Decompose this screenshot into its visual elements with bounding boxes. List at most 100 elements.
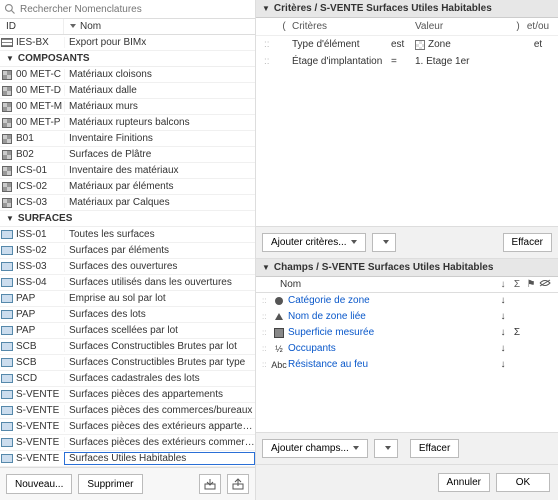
row-id: 00 MET-M [14,101,64,112]
criteria-button-bar: Ajouter critères... Effacer [256,226,558,259]
criteria-header[interactable]: ▼Critères / S-VENTE Surfaces Utiles Habi… [256,0,558,18]
surf-icon [0,310,14,319]
disclosure-icon: ▼ [262,4,270,13]
tree-row[interactable]: ICS-01Inventaire des matériaux [0,163,255,179]
row-name: Emprise au sol par lot [64,293,255,304]
import-button[interactable] [199,474,221,494]
criteria-table-header: ( Critères Valeur ) et/ou [256,18,558,36]
drag-handle-icon[interactable]: :: [262,312,272,321]
add-criteria-dropdown[interactable] [372,233,396,252]
tree-row[interactable]: PAPSurfaces scellées par lot [0,323,255,339]
tree-row[interactable]: S-VENTESurfaces pièces des appartements [0,387,255,403]
criteria-row[interactable]: ::Étage d'implantation=1. Etage 1er [256,53,558,70]
clear-criteria-button[interactable]: Effacer [503,233,553,252]
row-name: Surfaces des lots [64,309,255,320]
tree-row[interactable]: ISS-04Surfaces utilisés dans les ouvertu… [0,275,255,291]
row-id: ISS-01 [14,229,64,240]
col-sort-icon[interactable]: ↓ [496,279,510,290]
field-sum[interactable]: Σ [510,327,524,338]
field-row[interactable]: ::½Occupants↓ [256,341,558,357]
row-id: 00 MET-P [14,117,64,128]
surf-icon [0,230,14,239]
tree-row[interactable]: SCBSurfaces Constructibles Brutes par ty… [0,355,255,371]
tree-row[interactable]: B02Surfaces de Plâtre [0,147,255,163]
col-sum-icon[interactable]: Σ [510,279,524,290]
col-id[interactable]: ID [0,19,64,34]
tree-group[interactable]: ▼SURFACES [0,211,255,227]
tree-row[interactable]: IES-BXExport pour BIMx [0,35,255,51]
tree-group[interactable]: ▼COMPOSANTS [0,51,255,67]
tree-row[interactable]: ICS-03Matériaux par Calques [0,195,255,211]
tree-row[interactable]: ISS-02Surfaces par éléments [0,243,255,259]
import-icon [204,478,216,490]
criteria-andor: et [524,38,552,51]
tree-row[interactable]: S-VENTESurfaces pièces des extérieurs co… [0,435,255,451]
tree-row[interactable]: 00 MET-PMatériaux rupteurs balcons [0,115,255,131]
tree-row[interactable]: SCBSurfaces Constructibles Brutes par lo… [0,339,255,355]
field-row[interactable]: ::AbcRésistance au feu↓ [256,357,558,373]
tree-row[interactable]: S-VENTESurfaces pièces des extérieurs ap… [0,419,255,435]
ok-button[interactable]: OK [496,473,550,492]
tree-header: ID Nom [0,19,255,35]
grid-icon [0,182,14,192]
tree-list[interactable]: A08Inventaires des dallesIES-01Inventair… [0,35,255,467]
add-field-button[interactable]: Ajouter champs... [262,439,368,458]
tree-row[interactable]: ISS-03Surfaces des ouvertures [0,259,255,275]
grid-icon [0,198,14,208]
new-button[interactable]: Nouveau... [6,474,72,494]
criteria-table: ( Critères Valeur ) et/ou ::Type d'éléme… [256,18,558,70]
row-name: Matériaux murs [64,101,255,112]
tree-row[interactable]: PAPEmprise au sol par lot [0,291,255,307]
field-row[interactable]: ::Superficie mesurée↓Σ [256,325,558,341]
field-sort[interactable]: ↓ [496,327,510,338]
tree-row[interactable]: B01Inventaire Finitions [0,131,255,147]
drag-handle-icon[interactable]: :: [262,344,272,353]
grid-icon [0,70,14,80]
add-field-dropdown[interactable] [374,439,398,458]
col-flag-icon[interactable]: ⚑ [524,279,538,290]
field-sort[interactable]: ↓ [496,359,510,370]
tree-row[interactable]: 00 MET-CMatériaux cloisons [0,67,255,83]
criteria-row[interactable]: ::Type d'élémentestZoneet [256,36,558,53]
drag-handle-icon[interactable]: :: [262,328,272,337]
field-label: Superficie mesurée [286,327,496,338]
surf-icon [0,358,14,367]
search-input[interactable] [20,4,251,15]
row-id: 00 MET-D [14,85,64,96]
tree-row[interactable]: ISS-01Toutes les surfaces [0,227,255,243]
tree-row[interactable]: 00 MET-DMatériaux dalle [0,83,255,99]
row-id: B02 [14,149,64,160]
field-sort[interactable]: ↓ [496,311,510,322]
field-sort[interactable]: ↓ [496,295,510,306]
add-criteria-button[interactable]: Ajouter critères... [262,233,366,252]
left-button-bar: Nouveau... Supprimer [0,467,255,500]
cancel-button[interactable]: Annuler [438,473,490,492]
field-row[interactable]: ::Nom de zone liée↓ [256,309,558,325]
fields-header[interactable]: ▼Champs / S-VENTE Surfaces Utiles Habita… [256,259,558,277]
drag-handle-icon[interactable]: :: [262,55,278,68]
field-sort[interactable]: ↓ [496,343,510,354]
col-open: ( [278,20,290,33]
drag-handle-icon[interactable]: :: [262,296,272,305]
row-name: Surfaces Utiles Habitables [64,452,255,465]
grid-icon [0,118,14,128]
tree-row[interactable]: S-VENTESurfaces Utiles Habitables [0,451,255,467]
delete-button[interactable]: Supprimer [78,474,142,494]
field-row[interactable]: ::Catégorie de zone↓ [256,293,558,309]
tree-row[interactable]: S-VENTESurfaces pièces des commerces/bur… [0,403,255,419]
tree-row[interactable]: 00 MET-MMatériaux murs [0,99,255,115]
search-bar [0,0,255,19]
field-label: Nom de zone liée [286,311,496,322]
row-id: S-VENTE [14,421,64,432]
col-name[interactable]: Nom [64,19,255,34]
tree-row[interactable]: SCDSurfaces cadastrales des lots [0,371,255,387]
col-visibility-icon[interactable] [538,279,552,290]
tree-row[interactable]: ICS-02Matériaux par éléments [0,179,255,195]
disclosure-icon: ▼ [6,54,14,63]
field-type-icon [272,328,286,338]
drag-handle-icon[interactable]: :: [262,38,278,51]
tree-row[interactable]: PAPSurfaces des lots [0,307,255,323]
clear-fields-button[interactable]: Effacer [410,439,460,458]
export-button[interactable] [227,474,249,494]
row-id: SCB [14,341,64,352]
